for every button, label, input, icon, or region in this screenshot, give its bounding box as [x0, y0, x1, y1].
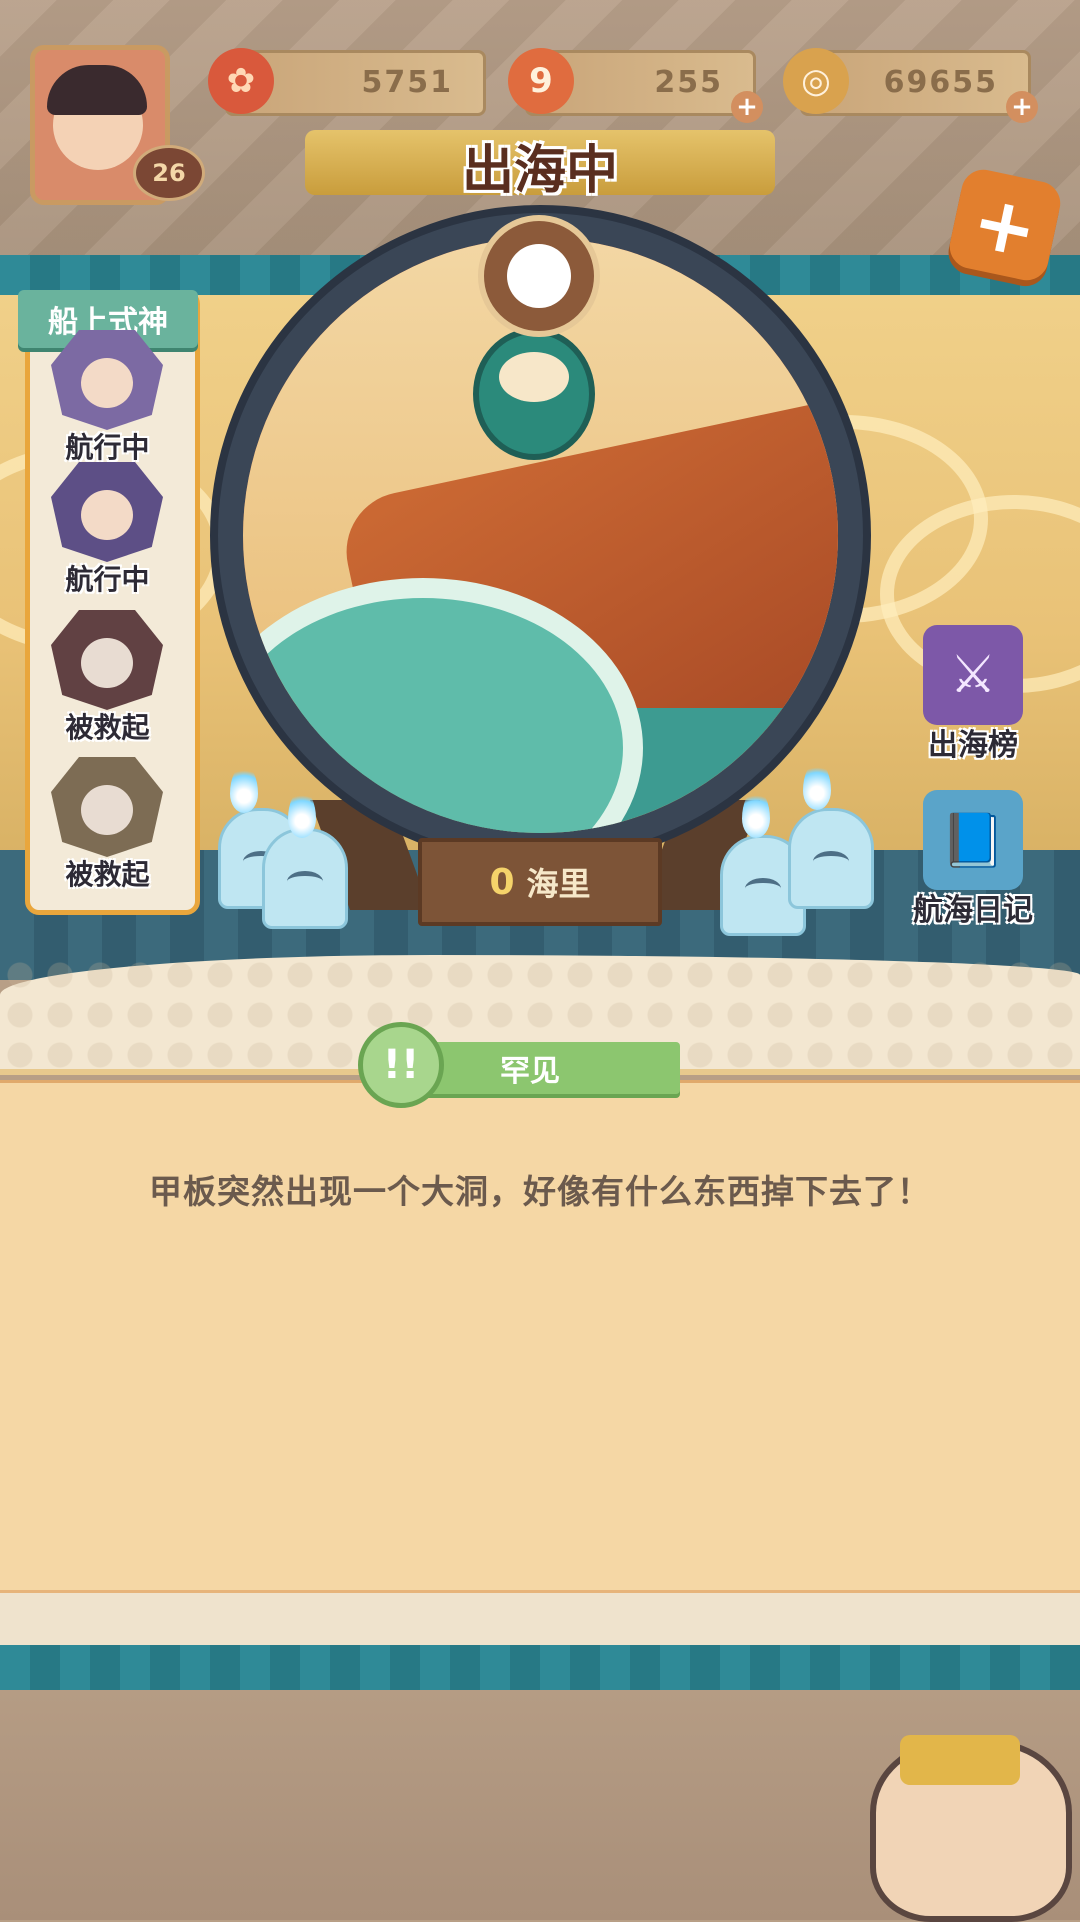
player-level-badge: 26: [133, 145, 205, 201]
portrait-face: [81, 785, 133, 835]
event-description: 甲板突然出现一个大洞，好像有什么东西掉下去了！: [149, 1172, 931, 1211]
add-coin-button[interactable]: +: [1006, 91, 1038, 123]
resource-plum: ✿ 5751: [208, 48, 486, 116]
distance-plaque: 0 海里: [418, 838, 662, 926]
crew-status-label: 被救起: [65, 858, 150, 891]
cloud-emblem-inner: [507, 244, 571, 308]
voyage-log-button[interactable]: 📘 航海日记: [903, 790, 1043, 940]
distance-unit: 海里: [526, 865, 591, 903]
page-title: 出海中: [461, 141, 618, 201]
shikigami-portrait: [51, 462, 163, 562]
crew-member[interactable]: 航行中: [35, 462, 180, 602]
crew-member[interactable]: 航行中: [35, 330, 180, 470]
cloud-emblem-icon: [478, 215, 600, 337]
resource-magatama: 9 255 +: [508, 48, 763, 123]
portrait-face: [81, 638, 133, 688]
crew-status-label: 航行中: [65, 563, 150, 596]
add-button[interactable]: +: [945, 165, 1065, 285]
teal-pattern-band-bottom: [0, 1645, 1080, 1690]
plum-flower-icon: ✿: [208, 48, 274, 114]
crossed-swords-scroll-icon: ⚔: [923, 625, 1023, 725]
double-exclamation-icon: !!: [358, 1022, 444, 1108]
leaderboard-button[interactable]: ⚔ 出海榜: [903, 625, 1043, 775]
daruma-face: [499, 352, 569, 402]
rarity-label: 罕见: [500, 1054, 560, 1089]
crew-member[interactable]: 被救起: [35, 610, 180, 750]
resource-value: 5751: [361, 65, 453, 100]
distance-value: 0: [489, 861, 515, 903]
resource-value: 69655: [883, 65, 998, 100]
shikigami-portrait: [51, 610, 163, 710]
ghost-candle: [262, 828, 348, 929]
daruma-figure: [473, 328, 595, 460]
crew-status-label: 航行中: [65, 431, 150, 464]
ghost-candle: [788, 808, 874, 909]
portrait-face: [81, 490, 133, 540]
shikigami-portrait: [51, 757, 163, 857]
event-panel: [0, 1080, 1080, 1593]
crew-status-label: 被救起: [65, 711, 150, 744]
book-icon: 📘: [923, 790, 1023, 890]
magatama-icon: 9: [508, 48, 574, 114]
resource-value: 255: [654, 65, 723, 100]
mascot-hat: [900, 1735, 1020, 1785]
crew-member[interactable]: 被救起: [35, 757, 180, 897]
voyage-log-label: 航海日记: [913, 893, 1033, 928]
title-banner: 出海中: [305, 130, 775, 201]
coin-icon: ◎: [783, 48, 849, 114]
add-magatama-button[interactable]: +: [731, 91, 763, 123]
avatar-hair: [47, 65, 147, 115]
leaderboard-label: 出海榜: [928, 728, 1018, 763]
portrait-face: [81, 358, 133, 408]
panel-bottom-strip: [0, 1590, 1080, 1648]
resource-coin: ◎ 69655 +: [783, 48, 1038, 123]
shikigami-portrait: [51, 330, 163, 430]
